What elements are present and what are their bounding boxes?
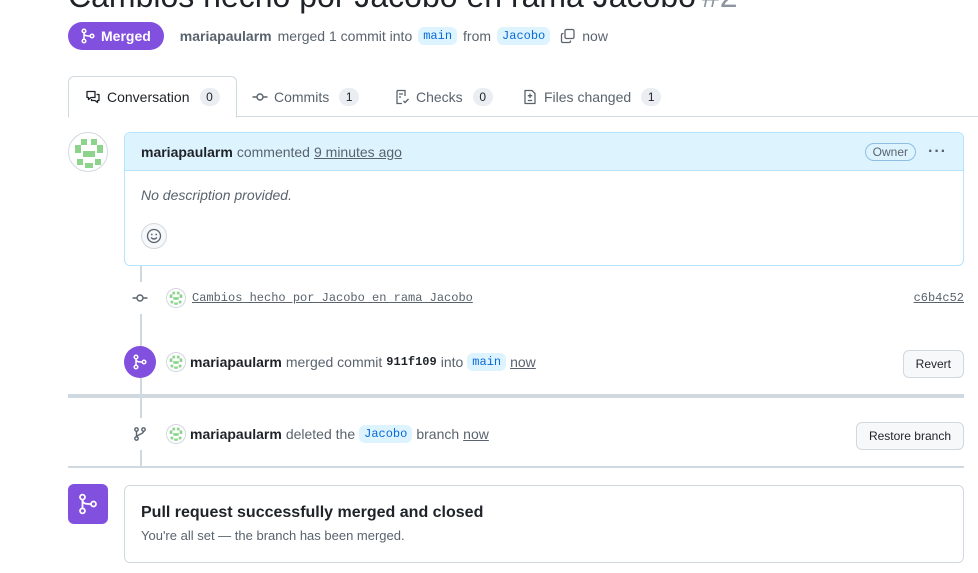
tab-files-changed[interactable]: Files changed 1 [506,76,677,117]
commit-badge [124,282,156,314]
comment-action: commented [236,143,310,160]
timeline-divider [68,466,964,468]
commit-sha-link[interactable]: c6b4c52 [914,291,964,305]
file-diff-icon [524,89,536,104]
checklist-icon [396,89,409,104]
base-branch-tag[interactable]: main [467,353,507,371]
avatar[interactable] [68,132,108,172]
commit-event: Cambios hecho por Jacobo en rama Jacobo … [124,282,964,314]
merged-state-badge: Merged [68,22,164,50]
merge-badge [124,346,156,378]
pr-title-text: Cambios hecho por Jacobo en rama Jacobo [68,0,696,14]
avatar[interactable] [166,424,186,444]
kebab-menu-icon[interactable]: ··· [928,143,947,161]
comment-body: No description provided. [141,187,292,203]
tab-counter: 0 [199,88,220,106]
tab-commits[interactable]: Commits 1 [236,76,375,117]
merge-time-link[interactable]: now [510,354,536,370]
merge-author-link[interactable]: mariapaularm [190,354,282,370]
merged-status-title: Pull request successfully merged and clo… [141,504,484,521]
tab-counter: 0 [472,87,493,106]
comment-box: mariapaularm commented 9 minutes ago Own… [124,132,964,266]
comment-author-link[interactable]: mariapaularm [141,144,233,160]
state-label: Merged [101,28,151,44]
smiley-icon [146,228,162,244]
deleted-branch-tag[interactable]: Jacobo [359,425,413,443]
from-label: from [463,28,492,44]
add-reaction-button[interactable] [141,223,167,249]
branch-suffix: branch [416,426,460,442]
git-branch-icon [134,427,146,441]
merged-status-subtitle: You're all set — the branch has been mer… [141,528,405,543]
comment-header: mariapaularm commented 9 minutes ago Own… [125,133,963,171]
tab-label: Files changed [544,88,632,105]
comment-discussion-icon [86,90,100,104]
git-merge-icon [81,28,95,44]
comment-time-link[interactable]: 9 minutes ago [314,144,402,160]
delete-time-link[interactable]: now [463,426,489,442]
delete-author-link[interactable]: mariapaularm [190,426,282,442]
copy-icon[interactable] [560,28,576,44]
commit-message-link[interactable]: Cambios hecho por Jacobo en rama Jacobo [192,291,473,305]
tab-label: Conversation [107,89,190,105]
into-label: into [440,354,464,370]
delete-event-text: deleted the [285,426,356,442]
pr-title: Cambios hecho por Jacobo en rama Jacobo #… [68,0,738,15]
restore-branch-button[interactable]: Restore branch [855,422,964,450]
git-merge-icon [133,354,147,370]
delete-branch-event: mariapaularm deleted the Jacobo branch n… [124,418,964,450]
timeline-divider [68,394,964,398]
revert-button[interactable]: Revert [902,350,964,378]
merged-time: now [582,28,608,44]
pr-author-link[interactable]: mariapaularm [180,28,272,44]
merged-status-box: Pull request successfully merged and clo… [124,485,964,563]
head-branch-tag[interactable]: Jacobo [497,27,551,45]
git-commit-icon [132,294,148,302]
tab-counter: 1 [641,87,662,106]
avatar[interactable] [166,288,186,308]
avatar[interactable] [166,352,186,372]
branch-badge [124,418,156,450]
tab-checks[interactable]: Checks 0 [378,76,509,117]
merge-event: mariapaularm merged commit 911f109 into … [124,346,964,378]
pr-tabs: Conversation 0 Commits 1 Checks 0 Files … [68,76,978,118]
merge-sha-link[interactable]: 911f109 [386,355,436,369]
pr-meta: Merged mariapaularm merged 1 commit into… [68,22,608,50]
tab-conversation[interactable]: Conversation 0 [68,76,237,118]
git-commit-icon [252,92,268,101]
tab-label: Checks [416,88,463,105]
merge-summary: merged 1 commit into [277,28,413,44]
merge-event-text: merged commit [285,354,383,370]
tab-counter: 1 [339,87,360,106]
git-merge-icon [79,493,97,515]
pr-number: #2 [702,0,738,14]
tab-label: Commits [274,88,330,105]
base-branch-tag[interactable]: main [418,27,458,45]
merged-status-icon-box [68,484,108,524]
owner-badge: Owner [864,142,917,161]
